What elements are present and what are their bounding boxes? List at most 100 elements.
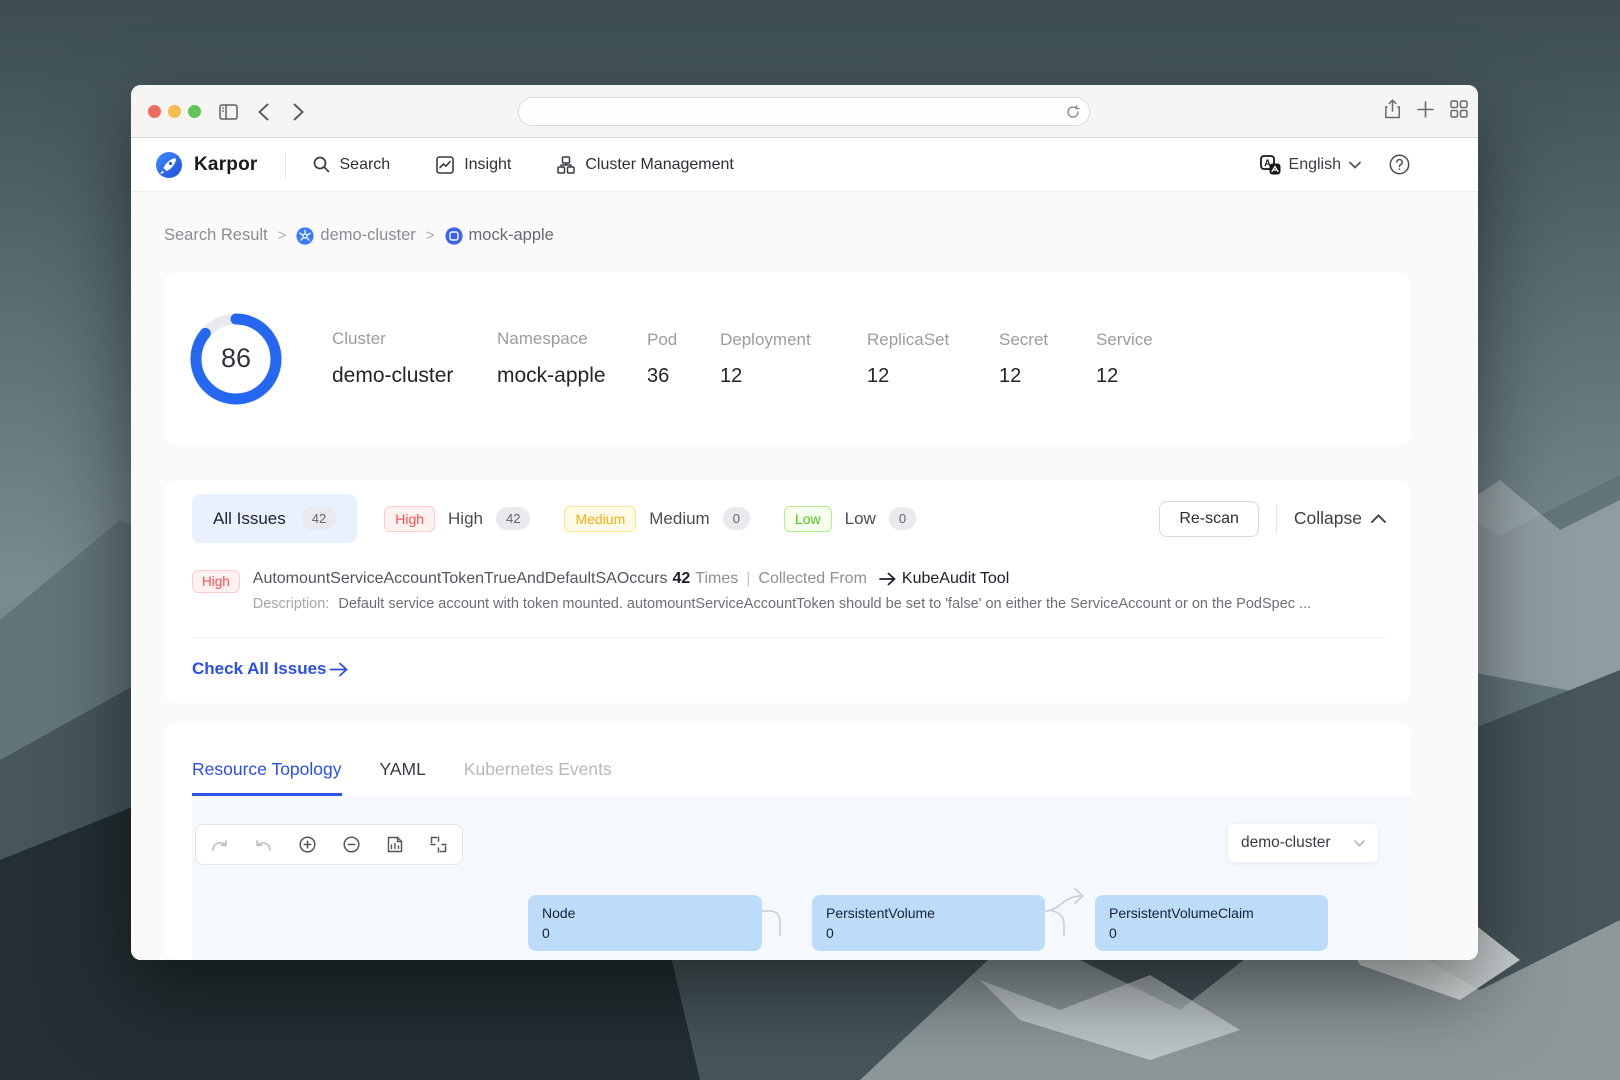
stat-label: ReplicaSet	[867, 329, 950, 349]
address-bar[interactable]	[518, 97, 1090, 126]
brand-name: Karpor	[194, 153, 258, 175]
issue-count-suffix: Times	[695, 570, 739, 587]
issue-title: AutomountServiceAccountTokenTrueAndDefau…	[253, 570, 1311, 588]
medium-tag: Medium	[564, 505, 637, 532]
tab-resource-topology[interactable]: Resource Topology	[192, 759, 342, 796]
health-score-value: 86	[220, 343, 252, 373]
topology-canvas[interactable]: demo-cluster Node 0 PersistentVolume 0 P…	[192, 796, 1410, 960]
issue-name: AutomountServiceAccountTokenTrueAndDefau…	[252, 570, 617, 587]
stat-value: 36	[647, 364, 670, 387]
cluster-select-dropdown[interactable]: demo-cluster	[1228, 824, 1378, 862]
nav-item-cluster-management[interactable]: Cluster Management	[557, 156, 734, 174]
filter-label: Low	[844, 508, 876, 528]
zoom-in-icon[interactable]	[299, 836, 316, 853]
resource-stats: Cluster demo-cluster Namespace mock-appl…	[332, 329, 1153, 388]
collapse-toggle[interactable]: Collapse	[1294, 508, 1386, 529]
node-count: 0	[826, 925, 834, 942]
node-name: Node	[542, 905, 576, 921]
breadcrumb-search-result[interactable]: Search Result	[164, 226, 268, 245]
filter-label: Medium	[649, 508, 710, 528]
nav-item-insight[interactable]: Insight	[436, 156, 511, 174]
description-text: Default service account with token mount…	[338, 596, 1312, 612]
check-all-label: Check All Issues	[192, 659, 327, 678]
sidebar-toggle-icon[interactable]	[213, 85, 243, 138]
issue-source: KubeAudit Tool	[901, 570, 1010, 587]
cluster-select-value: demo-cluster	[1241, 834, 1331, 851]
tab-kubernetes-events[interactable]: Kubernetes Events	[464, 759, 612, 796]
back-button[interactable]	[248, 85, 278, 138]
help-icon[interactable]	[1389, 154, 1410, 175]
stat-label: Cluster	[332, 329, 386, 348]
reload-icon[interactable]	[1066, 104, 1080, 119]
check-all-issues-link[interactable]: Check All Issues	[192, 659, 348, 679]
stat-deployment: Deployment 12	[720, 330, 867, 388]
arrow-right-icon	[879, 572, 896, 586]
forward-button[interactable]	[283, 85, 313, 138]
issue-filter-row: All Issues 42 High High 42 Medium Medium…	[192, 494, 1386, 543]
breadcrumb-label: Search Result	[164, 226, 268, 244]
address-input[interactable]	[519, 98, 1066, 125]
breadcrumb-separator: >	[425, 227, 435, 244]
topology-node-persistentvolumeclaim[interactable]: PersistentVolumeClaim 0	[1095, 895, 1328, 951]
count-badge: 0	[722, 507, 750, 530]
chevron-up-icon	[1371, 514, 1386, 523]
undo-icon[interactable]	[255, 838, 272, 852]
redo-icon[interactable]	[211, 838, 228, 852]
rescan-button[interactable]: Re-scan	[1159, 500, 1259, 537]
desktop-background: Karpor Search Insight Cluster Management…	[0, 0, 1620, 1080]
stat-pod: Pod 36	[647, 330, 720, 388]
stat-cluster: Cluster demo-cluster	[332, 329, 497, 388]
health-score-ring: 86	[188, 311, 284, 407]
stat-value: 12	[999, 364, 1022, 387]
breadcrumb-label: demo-cluster	[320, 226, 416, 244]
nav-label: Insight	[464, 155, 512, 173]
nav-item-search[interactable]: Search	[313, 156, 390, 174]
close-window-button[interactable]	[148, 105, 161, 118]
topology-node-node[interactable]: Node 0	[528, 895, 762, 951]
breadcrumb: Search Result > demo-cluster > mock-appl…	[164, 226, 1410, 245]
browser-toolbar	[131, 85, 1478, 138]
zoom-out-icon[interactable]	[343, 836, 360, 853]
count-badge: 42	[495, 507, 531, 530]
cluster-management-icon	[557, 155, 576, 174]
detail-tabs: Resource Topology YAML Kubernetes Events	[164, 723, 1410, 796]
filter-medium[interactable]: Medium Medium 0	[564, 505, 750, 532]
chevron-down-icon	[1354, 839, 1365, 847]
filter-low[interactable]: Low Low 0	[783, 505, 917, 532]
arrow-right-icon	[329, 662, 348, 676]
stat-value: 12	[1096, 364, 1119, 387]
language-selector[interactable]: A English	[1259, 154, 1361, 175]
issues-divider	[192, 637, 1386, 638]
new-tab-icon[interactable]	[1417, 100, 1434, 123]
breadcrumb-label: mock-apple	[468, 226, 554, 244]
zoom-window-button[interactable]	[188, 105, 201, 118]
issues-card: All Issues 42 High High 42 Medium Medium…	[164, 480, 1410, 703]
count-badge: 42	[301, 507, 337, 530]
minimize-window-button[interactable]	[168, 105, 181, 118]
breadcrumb-namespace[interactable]: mock-apple	[444, 226, 554, 245]
count-badge: 0	[888, 507, 917, 530]
issue-occurs-label: Occurs	[616, 570, 668, 587]
topology-node-persistentvolume[interactable]: PersistentVolume 0	[812, 895, 1045, 951]
stat-secret: Secret 12	[999, 330, 1096, 388]
overview-map-icon[interactable]	[387, 836, 403, 853]
severity-badge: High	[192, 570, 240, 593]
kubernetes-icon	[296, 226, 315, 245]
node-count: 0	[542, 925, 550, 942]
tab-overview-icon[interactable]	[1450, 100, 1468, 123]
fit-center-icon[interactable]	[430, 836, 447, 853]
resource-detail-card: Resource Topology YAML Kubernetes Events	[164, 723, 1410, 960]
breadcrumb-cluster[interactable]: demo-cluster	[296, 226, 416, 245]
browser-window: Karpor Search Insight Cluster Management…	[131, 85, 1478, 960]
breadcrumb-separator: >	[277, 227, 287, 244]
share-icon[interactable]	[1384, 99, 1401, 124]
filter-all-issues[interactable]: All Issues 42	[192, 494, 358, 543]
issue-row[interactable]: High AutomountServiceAccountTokenTrueAnd…	[192, 570, 1386, 612]
node-count: 0	[1109, 925, 1117, 942]
node-name: PersistentVolume	[826, 905, 935, 921]
issue-description: Description: Default service account wit…	[253, 596, 1311, 612]
node-name: PersistentVolumeClaim	[1109, 905, 1254, 921]
filter-high[interactable]: High High 42	[384, 505, 531, 532]
tab-yaml[interactable]: YAML	[380, 759, 426, 796]
language-label: English	[1288, 155, 1341, 173]
